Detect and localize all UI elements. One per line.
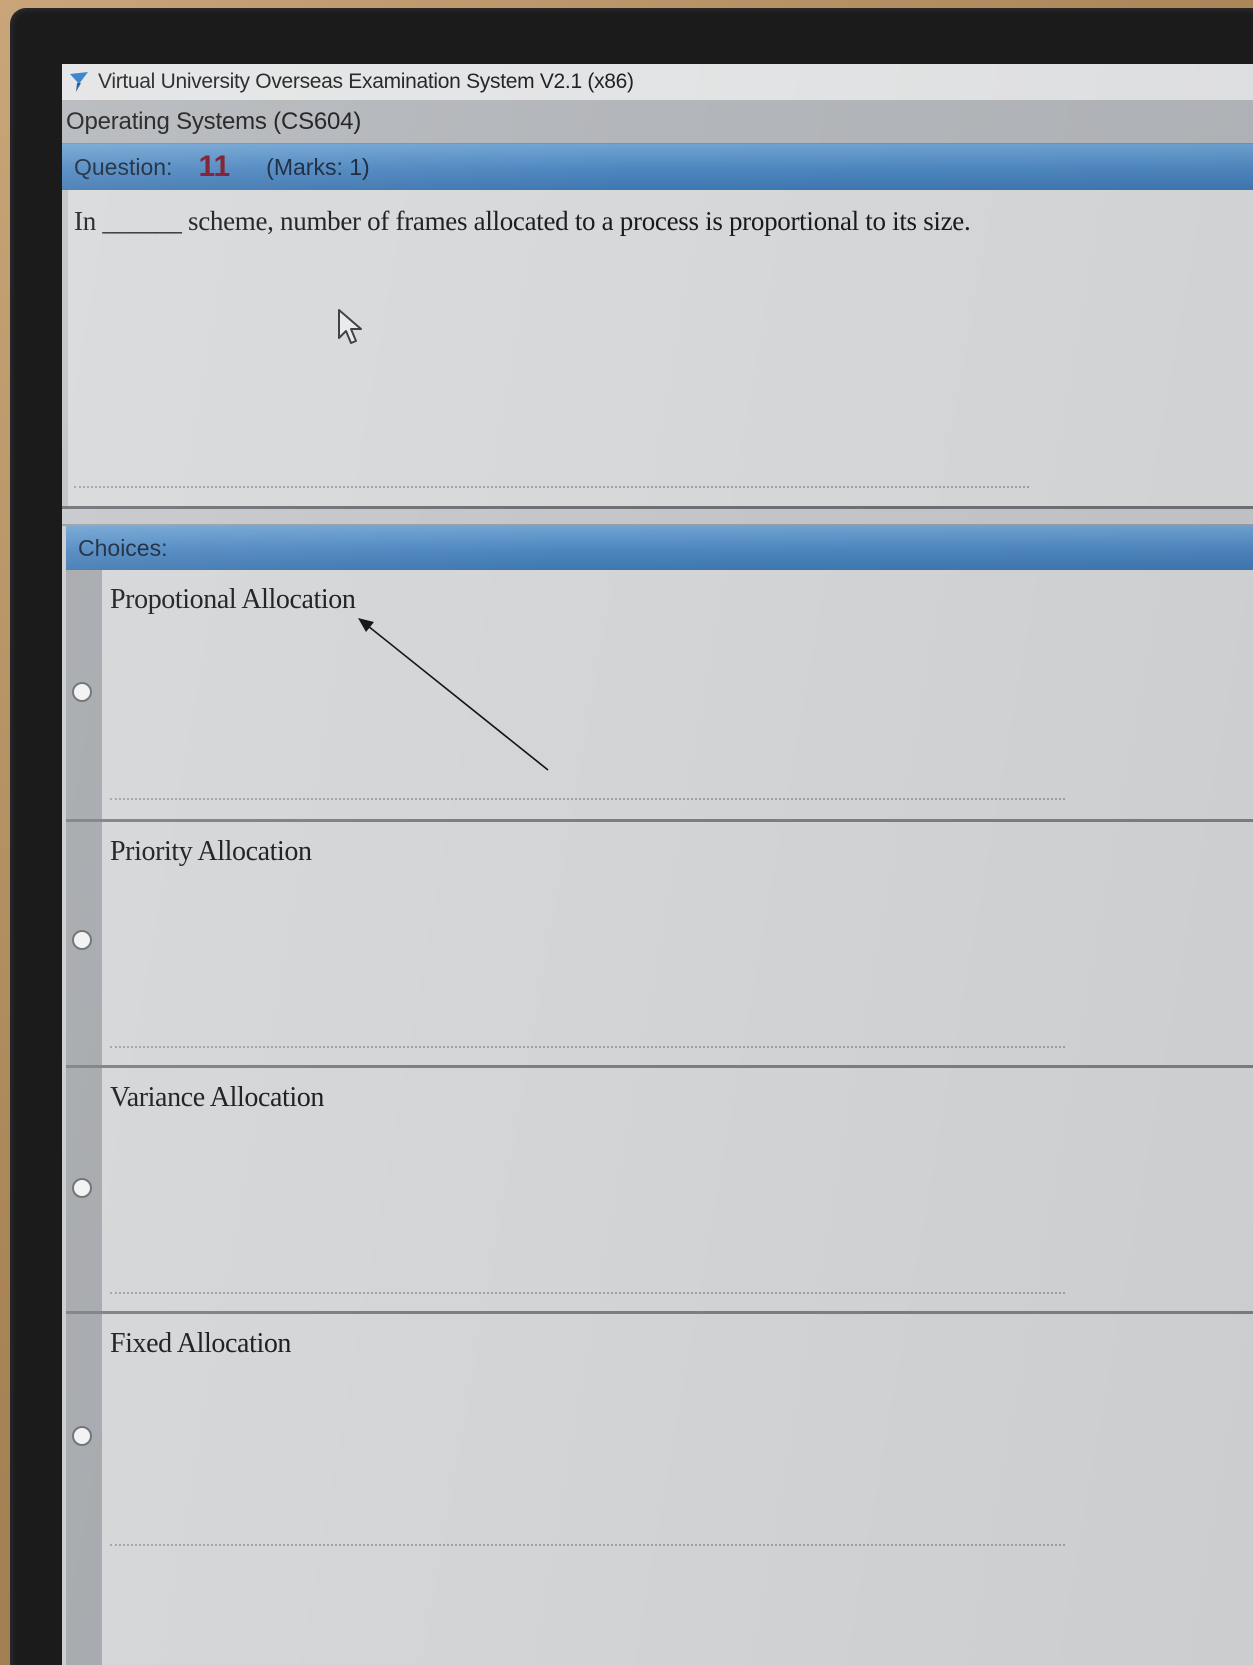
panel-separator	[62, 506, 1253, 526]
question-number: 11	[198, 150, 231, 183]
choice-divider	[110, 1544, 1065, 1546]
question-label: Question:	[74, 153, 173, 180]
exam-window: Virtual University Overseas Examination …	[62, 64, 1253, 1665]
mouse-cursor-icon	[338, 309, 362, 344]
choice-label-4: Fixed Allocation	[110, 1328, 292, 1359]
question-text: In ______ scheme, number of frames alloc…	[74, 206, 971, 236]
choices-header: Choices:	[66, 526, 1253, 570]
title-bar: Virtual University Overseas Examination …	[62, 64, 1253, 100]
choice-label-2: Priority Allocation	[110, 836, 312, 867]
choice-divider	[110, 1046, 1065, 1048]
choices-label: Choices:	[78, 534, 168, 561]
question-marks: (Marks: 1)	[266, 153, 370, 180]
course-title: Operating Systems (CS604)	[66, 107, 362, 135]
choice-divider	[110, 1292, 1065, 1294]
question-panel: In ______ scheme, number of frames alloc…	[62, 190, 1253, 506]
choice-label-3: Variance Allocation	[110, 1082, 324, 1113]
choice-divider	[110, 798, 1065, 800]
choice-label-1: Propotional Allocation	[110, 584, 356, 615]
choice-option-3[interactable]: Variance Allocation	[66, 1068, 1253, 1314]
choice-option-4[interactable]: Fixed Allocation	[66, 1314, 1253, 1665]
choice-option-2[interactable]: Priority Allocation	[66, 822, 1253, 1068]
choice-gutter	[66, 1314, 102, 1665]
window-title: Virtual University Overseas Examination …	[98, 70, 634, 93]
choice-radio-1[interactable]	[72, 682, 92, 702]
arrow-annotation	[358, 618, 549, 771]
choice-radio-4[interactable]	[72, 1426, 92, 1446]
choice-radio-2[interactable]	[72, 930, 92, 950]
vu-logo-icon	[70, 72, 88, 92]
choice-option-1[interactable]: Propotional Allocation	[66, 570, 1253, 822]
choice-radio-3[interactable]	[72, 1178, 92, 1198]
course-header: Operating Systems (CS604)	[62, 100, 1253, 144]
question-divider	[74, 486, 1029, 488]
question-header: Question: 11 (Marks: 1)	[62, 144, 1253, 190]
